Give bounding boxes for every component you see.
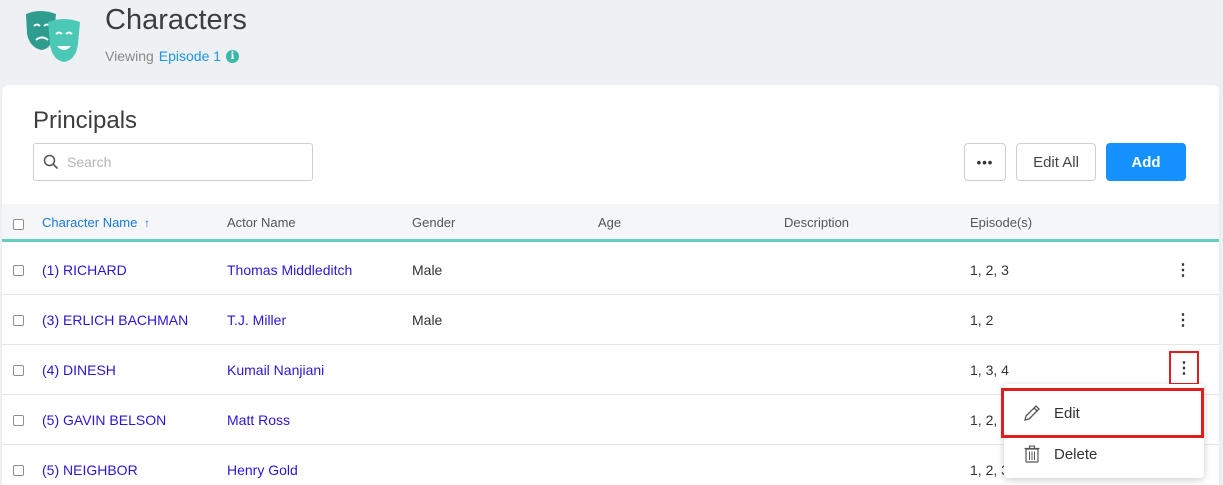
gender-cell: Male bbox=[412, 312, 443, 328]
row-checkbox[interactable] bbox=[13, 415, 24, 426]
search-icon bbox=[43, 154, 59, 170]
column-episodes[interactable]: Episode(s) bbox=[970, 215, 1032, 230]
row-checkbox[interactable] bbox=[13, 465, 24, 476]
viewing-episode: Viewing Episode 1 i bbox=[105, 48, 240, 64]
column-actor-name[interactable]: Actor Name bbox=[227, 215, 296, 230]
row-actions-button-active[interactable]: ⋮ bbox=[1169, 351, 1199, 385]
section-title: Principals bbox=[33, 107, 138, 134]
character-name-link[interactable]: (4) DINESH bbox=[42, 362, 116, 378]
sort-arrow-icon: ↑ bbox=[144, 216, 150, 230]
menu-item-edit[interactable]: Edit bbox=[1001, 388, 1204, 438]
menu-item-edit-label: Edit bbox=[1054, 404, 1080, 422]
character-name-link[interactable]: (5) GAVIN BELSON bbox=[42, 412, 166, 428]
column-character-label: Character Name bbox=[42, 215, 138, 230]
column-gender[interactable]: Gender bbox=[412, 215, 455, 230]
gender-cell: Male bbox=[412, 262, 443, 278]
trash-icon bbox=[1024, 445, 1040, 463]
column-age[interactable]: Age bbox=[598, 215, 621, 230]
page-title: Characters bbox=[105, 4, 247, 36]
menu-item-delete-label: Delete bbox=[1054, 445, 1098, 463]
page-header: Characters Viewing Episode 1 i bbox=[0, 0, 1223, 85]
column-character-name[interactable]: Character Name ↑ bbox=[42, 215, 150, 230]
episodes-cell: 1, 3, 4 bbox=[970, 362, 1009, 378]
episodes-cell: 1, 2, 3 bbox=[970, 262, 1009, 278]
row-checkbox[interactable] bbox=[13, 315, 24, 326]
episodes-cell: 1, 2 bbox=[970, 312, 994, 328]
row-actions-menu: Edit Delete bbox=[1001, 384, 1204, 478]
search-input[interactable] bbox=[67, 154, 297, 170]
actor-name-link[interactable]: Matt Ross bbox=[227, 412, 290, 428]
table-row: (1) RICHARD Thomas Middleditch Male 1, 2… bbox=[2, 245, 1219, 295]
search-box bbox=[33, 143, 313, 181]
more-options-button[interactable]: ••• bbox=[964, 143, 1006, 181]
theater-masks-icon bbox=[26, 11, 80, 62]
add-button[interactable]: Add bbox=[1106, 143, 1186, 181]
menu-item-delete[interactable]: Delete bbox=[1004, 432, 1204, 476]
info-icon[interactable]: i bbox=[226, 49, 240, 63]
row-actions-button[interactable]: ⋮ bbox=[1172, 309, 1194, 331]
table-row: (3) ERLICH BACHMAN T.J. Miller Male 1, 2… bbox=[2, 295, 1219, 345]
row-checkbox[interactable] bbox=[13, 365, 24, 376]
character-name-link[interactable]: (3) ERLICH BACHMAN bbox=[42, 312, 188, 328]
actor-name-link[interactable]: Thomas Middleditch bbox=[227, 262, 352, 278]
episode-link[interactable]: Episode 1 bbox=[159, 48, 221, 64]
select-all-checkbox[interactable] bbox=[13, 219, 24, 230]
actor-name-link[interactable]: Kumail Nanjiani bbox=[227, 362, 324, 378]
character-name-link[interactable]: (1) RICHARD bbox=[42, 262, 127, 278]
viewing-label: Viewing bbox=[105, 48, 154, 64]
actor-name-link[interactable]: Henry Gold bbox=[227, 462, 298, 478]
column-description[interactable]: Description bbox=[784, 215, 849, 230]
row-checkbox[interactable] bbox=[13, 265, 24, 276]
row-actions-button[interactable]: ⋮ bbox=[1172, 259, 1194, 281]
edit-all-button[interactable]: Edit All bbox=[1016, 143, 1096, 181]
actor-name-link[interactable]: T.J. Miller bbox=[227, 312, 286, 328]
table-header: Character Name ↑ Actor Name Gender Age D… bbox=[2, 204, 1219, 242]
character-name-link[interactable]: (5) NEIGHBOR bbox=[42, 462, 138, 478]
pencil-icon bbox=[1024, 405, 1040, 421]
